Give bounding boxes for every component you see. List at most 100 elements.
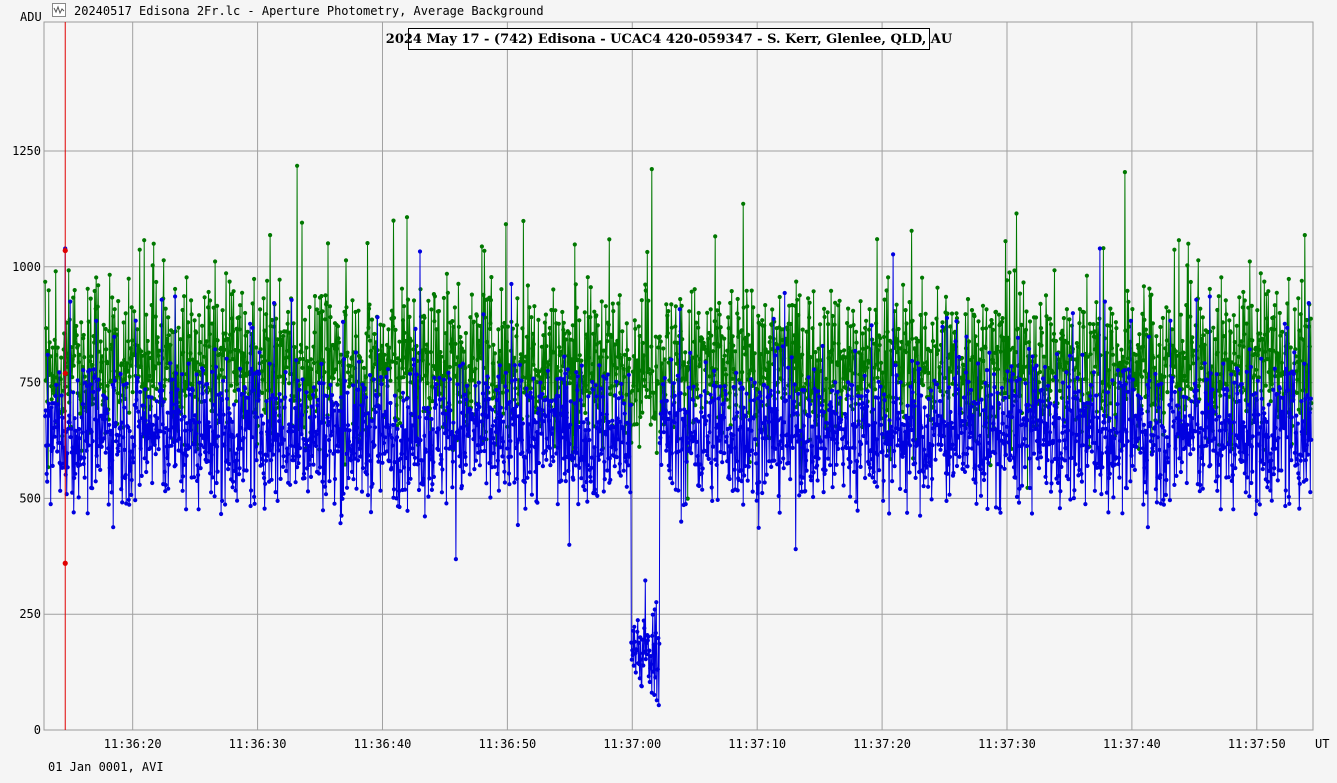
comparison-series-point	[150, 263, 155, 268]
target-series-point	[330, 429, 335, 434]
target-series-point	[913, 461, 918, 466]
target-series-point	[532, 444, 538, 450]
target-series-point	[832, 437, 837, 442]
comparison-series-point	[318, 344, 324, 349]
comparison-series-point	[998, 349, 1003, 354]
target-series-point	[1244, 369, 1249, 374]
target-series-point	[1053, 374, 1058, 380]
target-series-point	[730, 437, 735, 442]
comparison-series-point	[983, 326, 989, 331]
comparison-series-point	[643, 282, 648, 287]
comparison-series-point	[954, 311, 959, 316]
comparison-series-point	[1178, 312, 1183, 317]
comparison-series-point	[202, 354, 207, 359]
comparison-series-point	[422, 315, 427, 320]
target-series-point	[377, 406, 382, 411]
target-series-point	[385, 367, 391, 372]
target-series-point	[1208, 371, 1213, 376]
comparison-series-point	[673, 304, 678, 309]
target-series-point	[1122, 368, 1127, 373]
target-series-point	[1077, 467, 1082, 473]
comparison-series-point	[213, 259, 218, 264]
comparison-series-point	[926, 370, 931, 376]
target-series-point	[982, 471, 987, 476]
target-series-point	[447, 377, 452, 382]
target-series-point	[741, 502, 746, 507]
comparison-series-point	[447, 364, 452, 370]
target-series-point	[160, 388, 165, 393]
comparison-series-point	[707, 374, 712, 379]
target-series-point	[1123, 382, 1128, 387]
target-series-point	[1145, 525, 1150, 530]
target-series-point	[877, 401, 882, 406]
comparison-series-point	[654, 364, 659, 369]
target-series-point	[488, 495, 493, 500]
target-series-point	[915, 361, 920, 366]
target-series-point	[70, 490, 75, 495]
target-series-point	[387, 425, 392, 430]
target-series-point	[202, 445, 207, 450]
comparison-series-point	[401, 375, 406, 380]
target-series-point	[492, 464, 497, 469]
target-series-point	[1003, 452, 1009, 457]
comparison-series-point	[1227, 318, 1232, 323]
comparison-series-point	[980, 303, 986, 308]
target-series-point	[1222, 445, 1227, 450]
comparison-series-point	[1152, 365, 1157, 370]
target-series-point	[1187, 442, 1192, 447]
comparison-series-point	[300, 365, 305, 370]
target-series-point	[630, 648, 635, 653]
target-series-point	[712, 397, 717, 402]
target-series-point	[1161, 497, 1166, 502]
target-series-point	[378, 375, 384, 380]
target-series-point	[277, 392, 282, 397]
target-series-point	[601, 489, 606, 494]
comparison-series-point	[683, 350, 688, 355]
comparison-series-point	[1266, 289, 1271, 294]
target-series-point	[744, 391, 749, 396]
comparison-series-point	[563, 337, 568, 342]
target-series-point	[332, 476, 338, 482]
comparison-series-point	[1219, 275, 1224, 280]
target-series-point	[924, 465, 929, 470]
target-series-point	[464, 397, 469, 402]
target-series-point	[1141, 502, 1146, 507]
comparison-series-point	[393, 327, 398, 332]
target-series-point	[717, 430, 722, 435]
comparison-series-point	[937, 371, 943, 376]
comparison-series-point	[1106, 368, 1111, 373]
comparison-series-point	[694, 320, 699, 325]
comparison-series-point	[428, 350, 433, 355]
target-series-point	[519, 438, 525, 443]
target-series-point	[1151, 442, 1156, 448]
target-series-point	[1004, 433, 1009, 438]
lightcurve-plot[interactable]: 02505007501000125011:36:20 11:36:30 11:36:…	[0, 0, 1337, 783]
target-series-point	[383, 409, 388, 414]
target-series-point	[122, 447, 127, 452]
target-series-point	[1031, 451, 1037, 456]
target-series-point	[812, 367, 817, 372]
target-series-point	[930, 476, 935, 481]
target-series-point	[326, 437, 332, 443]
target-series-point	[978, 467, 983, 472]
comparison-series-point	[72, 353, 77, 358]
comparison-series-point	[327, 304, 333, 309]
target-series-point	[667, 468, 672, 473]
comparison-series-point	[874, 321, 879, 326]
comparison-series-point	[585, 336, 590, 341]
comparison-series-point	[613, 372, 618, 377]
target-series-point	[732, 467, 737, 472]
comparison-series-point	[222, 347, 227, 352]
target-series-point	[995, 390, 1000, 395]
target-series-point	[1080, 352, 1085, 357]
target-series-point	[109, 490, 114, 495]
target-series-point	[954, 463, 960, 469]
target-series-point	[1085, 463, 1090, 468]
comparison-series-point	[822, 306, 827, 311]
target-series-point	[814, 435, 819, 440]
target-series-point	[162, 430, 167, 435]
comparison-series-point	[1297, 358, 1302, 363]
comparison-series-point	[810, 326, 815, 331]
target-series-point	[898, 486, 903, 491]
comparison-series-point	[401, 304, 407, 309]
